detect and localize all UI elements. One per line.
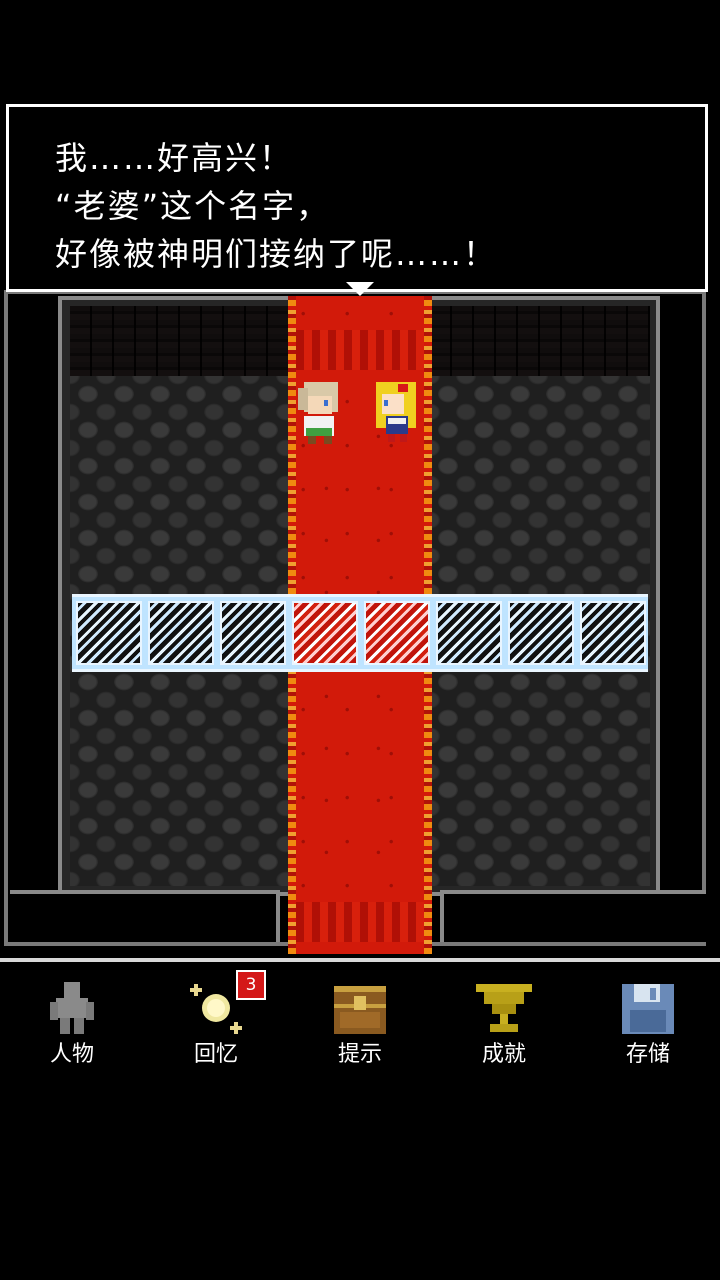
ice-block (148, 601, 214, 665)
hero-character[interactable] (294, 378, 348, 448)
trophy-icon (476, 984, 532, 1032)
wall-lower-right (440, 890, 706, 942)
dialog-line-2: “老婆”这个名字， (55, 187, 331, 225)
menu-hints-button[interactable]: 提示 (300, 976, 420, 1067)
menu-hints-label: 提示 (337, 1042, 382, 1067)
ice-block (220, 601, 286, 665)
dialog-continue-arrow-icon[interactable] (346, 282, 374, 296)
brick-wall-right (430, 306, 650, 376)
dialog-line-3: 好像被神明们接纳了呢……！ (55, 235, 498, 273)
menu-memories-label: 回忆 (193, 1042, 238, 1067)
ice-block (436, 601, 502, 665)
menu-save-label: 存储 (625, 1042, 670, 1067)
blonde-girl-character[interactable] (370, 378, 424, 448)
menu-characters-button[interactable]: 人物 (12, 976, 132, 1067)
menu-achievements-button[interactable]: 成就 (444, 976, 564, 1067)
wall-lower-left (10, 890, 280, 942)
person-icon (50, 982, 94, 1034)
ice-block (76, 601, 142, 665)
ice-barrier (72, 594, 648, 672)
memories-notification-badge: 3 (236, 970, 266, 1000)
ice-block (580, 601, 646, 665)
dialog-box[interactable]: 我……好高兴！ “老婆”这个名字， 好像被神明们接纳了呢……！ (6, 104, 708, 292)
carpet-bottom-fringe (296, 902, 424, 942)
ice-block-red (292, 601, 358, 665)
treasure-chest-icon (334, 986, 386, 1034)
bottom-menu-bar: 人物 回忆 提示 成就 存储 (0, 958, 720, 1072)
ice-block (508, 601, 574, 665)
menu-save-button[interactable]: 存储 (588, 976, 708, 1067)
carpet-top-fringe (296, 330, 424, 370)
brick-wall-left (70, 306, 290, 376)
menu-characters-label: 人物 (49, 1042, 94, 1067)
menu-achievements-label: 成就 (481, 1042, 526, 1067)
ice-block-red (364, 601, 430, 665)
dialog-line-1: 我……好高兴！ (55, 139, 294, 177)
floppy-disk-icon (622, 984, 674, 1034)
